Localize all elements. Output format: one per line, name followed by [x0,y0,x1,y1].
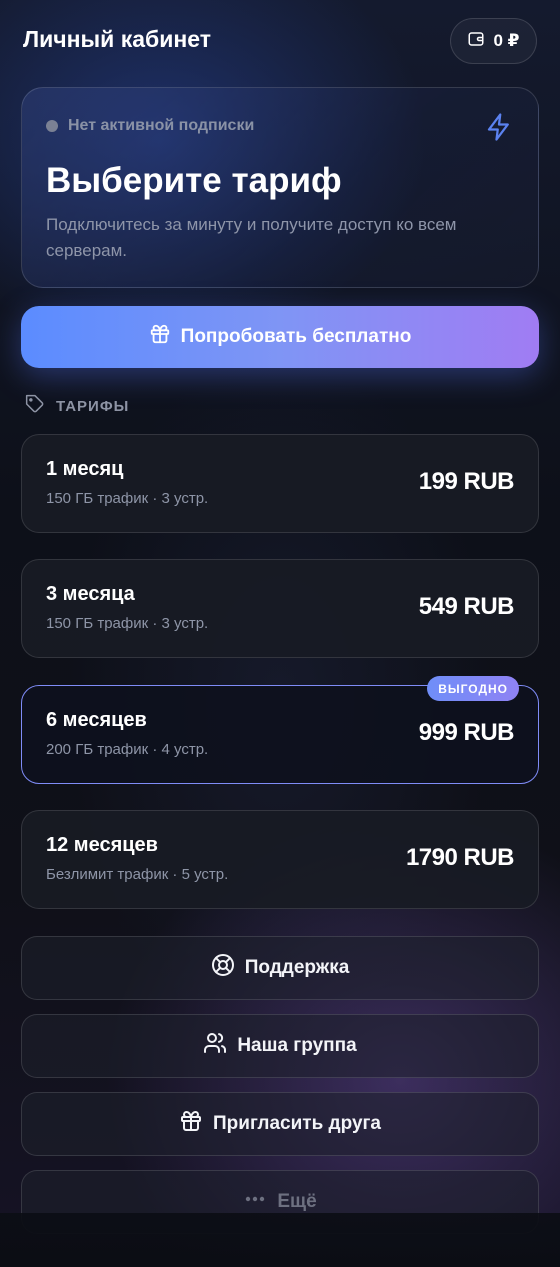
balance-value: 0 ₽ [493,31,520,50]
support-button[interactable]: Поддержка [21,936,539,1000]
lifebuoy-icon [211,953,235,983]
support-label: Поддержка [244,957,350,978]
card-subtitle: Подключитесь за минуту и получите доступ… [46,215,457,260]
plan-name: 3 месяца [46,583,135,605]
plans-section-label: ТАРИФЫ [56,397,130,415]
best-value-badge: ВЫГОДНО [427,676,519,701]
our-group-button[interactable]: Наша группа [21,1014,539,1078]
users-icon [203,1031,227,1061]
plan-price: 1790 RUB [405,844,515,871]
plans-section-heading: ТАРИФЫ [25,394,129,418]
plan-description: 150 ГБ трафик · 3 устр. [46,615,209,632]
gift-icon [179,1109,203,1139]
card-title: Выберите тариф [46,161,342,200]
plan-description: 200 ГБ трафик · 4 устр. [46,741,209,758]
gift-icon [149,323,171,351]
try-free-label: Попробовать бесплатно [180,326,412,347]
plan-price: 999 RUB [418,719,515,746]
plan-card-6-months[interactable]: ВЫГОДНО 6 месяцев 200 ГБ трафик · 4 устр… [21,676,539,784]
plan-card-1-month[interactable]: 1 месяц 150 ГБ трафик · 3 устр. 199 RUB [21,434,539,533]
plan-name: 1 месяц [46,458,124,480]
invite-friend-label: Пригласить друга [213,1113,381,1134]
plan-name: 6 месяцев [46,709,147,731]
plan-description: 150 ГБ трафик · 3 устр. [46,490,209,507]
plan-description: Безлимит трафик · 5 устр. [46,866,229,883]
more-dots-icon [243,1187,267,1217]
more-button[interactable]: Ещё [21,1170,539,1234]
invite-friend-button[interactable]: Пригласить друга [21,1092,539,1156]
subscription-status-card: Нет активной подписки Выберите тариф Под… [21,87,539,288]
try-free-button[interactable]: Попробовать бесплатно [21,306,539,368]
our-group-label: Наша группа [237,1035,357,1056]
plan-price: 199 RUB [418,468,515,495]
status-dot [46,120,58,132]
plan-card-3-months[interactable]: 3 месяца 150 ГБ трафик · 3 устр. 549 RUB [21,559,539,658]
wallet-icon [467,30,485,53]
tag-icon [25,394,45,418]
balance-button[interactable]: 0 ₽ [450,18,537,64]
status-text: Нет активной подписки [68,117,255,134]
more-label: Ещё [277,1191,317,1212]
plan-price: 549 RUB [418,593,515,620]
bolt-icon [484,112,514,142]
plan-card-12-months[interactable]: 12 месяцев Безлимит трафик · 5 устр. 179… [21,810,539,909]
page-title: Личный кабинет [23,26,211,52]
plan-name: 12 месяцев [46,834,158,856]
